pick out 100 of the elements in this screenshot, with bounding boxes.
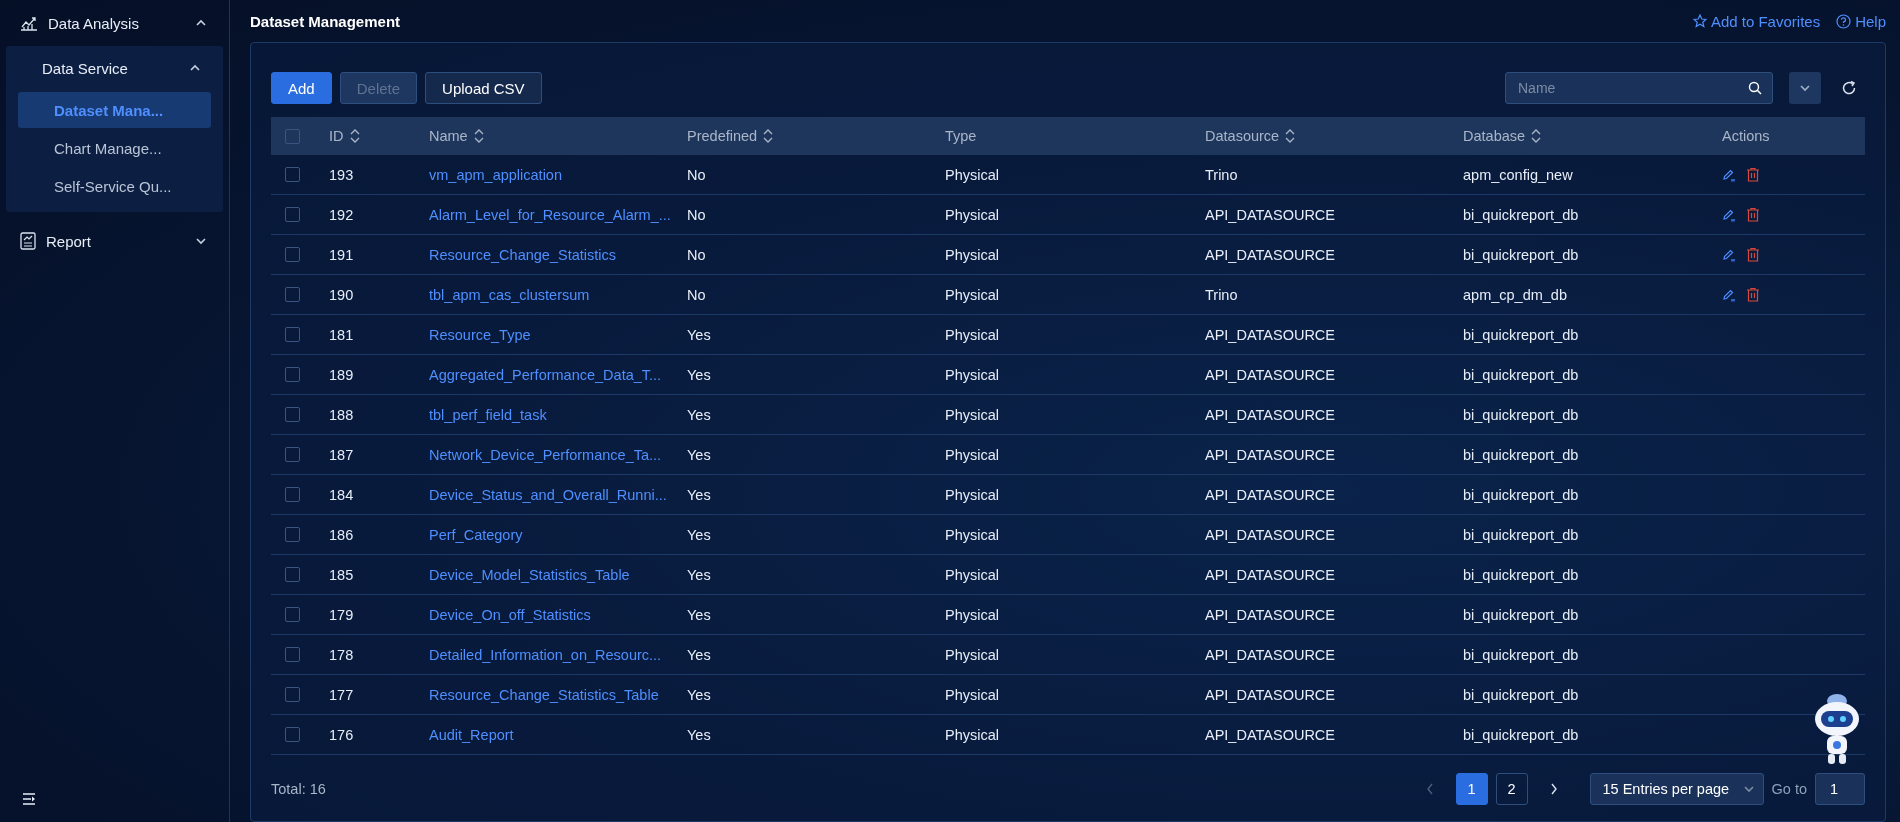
delete-icon[interactable]: [1746, 207, 1760, 222]
row-checkbox[interactable]: [285, 607, 300, 622]
table-cell: 185: [329, 566, 354, 583]
edit-icon[interactable]: [1722, 287, 1736, 302]
dataset-name-link[interactable]: Detailed_Information_on_Resourc...: [429, 646, 662, 663]
row-checkbox[interactable]: [285, 647, 300, 662]
table-cell: 181: [329, 326, 354, 343]
sort-icon[interactable]: [1285, 128, 1296, 144]
row-checkbox[interactable]: [285, 447, 300, 462]
row-checkbox[interactable]: [285, 287, 300, 302]
table-cell: Physical: [945, 446, 999, 463]
dataset-name-link[interactable]: Device_Model_Statistics_Table: [429, 566, 630, 583]
table-cell: Physical: [945, 726, 999, 743]
row-checkbox[interactable]: [285, 327, 300, 342]
table-cell: apm_config_new: [1463, 166, 1573, 183]
dataset-name-link[interactable]: Resource_Type: [429, 326, 531, 343]
dataset-name-link[interactable]: Aggregated_Performance_Data_T...: [429, 366, 662, 383]
chevron-icon: [195, 19, 207, 27]
search-box[interactable]: Name: [1505, 72, 1773, 104]
column-header[interactable]: ID: [329, 128, 344, 144]
report-icon: [20, 232, 36, 250]
table-cell: bi_quickreport_db: [1463, 366, 1579, 383]
star-icon: [1692, 14, 1707, 28]
row-checkbox[interactable]: [285, 207, 300, 222]
edit-icon[interactable]: [1722, 247, 1736, 262]
menu-item[interactable]: Dataset Mana...: [18, 92, 211, 128]
next-page-icon[interactable]: [1549, 783, 1558, 795]
dataset-name-link[interactable]: tbl_perf_field_task: [429, 406, 547, 423]
table-cell: 188: [329, 406, 354, 423]
dataset-name-link[interactable]: Network_Device_Performance_Ta...: [429, 446, 662, 463]
delete-icon[interactable]: [1746, 247, 1760, 262]
column-header[interactable]: Database: [1463, 128, 1526, 144]
table-cell: 189: [329, 366, 354, 383]
dropdown-button[interactable]: [1789, 72, 1821, 104]
column-header[interactable]: Predefined: [687, 128, 758, 144]
dataset-name-link[interactable]: Device_On_off_Statistics: [429, 606, 591, 623]
table-cell: 176: [329, 726, 354, 743]
table-cell: Physical: [945, 646, 999, 663]
header-link[interactable]: Add to Favorites: [1692, 12, 1821, 30]
table-cell: API_DATASOURCE: [1205, 686, 1335, 703]
table-cell: Trino: [1205, 286, 1238, 303]
menu-group[interactable]: Data Analysis: [0, 0, 229, 46]
row-checkbox[interactable]: [285, 567, 300, 582]
dataset-name-link[interactable]: Perf_Category: [429, 526, 523, 543]
menu-group[interactable]: Report: [0, 218, 229, 264]
toolbar-button[interactable]: Add: [271, 72, 332, 104]
search-icon[interactable]: [1748, 81, 1762, 95]
goto-page-field[interactable]: 1: [1815, 773, 1865, 805]
header-link[interactable]: Help: [1836, 12, 1886, 30]
row-checkbox[interactable]: [285, 487, 300, 502]
dataset-name-link[interactable]: Resource_Change_Statistics_Table: [429, 686, 659, 703]
table-cell: Yes: [687, 526, 711, 543]
previous-page-icon[interactable]: [1425, 783, 1434, 795]
table-cell: bi_quickreport_db: [1463, 406, 1579, 423]
sort-icon[interactable]: [349, 128, 360, 144]
row-checkbox[interactable]: [285, 247, 300, 262]
dataset-name-link[interactable]: Device_Status_and_Overall_Runni...: [429, 486, 667, 503]
dataset-name-link[interactable]: Audit_Report: [429, 726, 514, 743]
row-checkbox[interactable]: [285, 527, 300, 542]
table-cell: bi_quickreport_db: [1463, 206, 1579, 223]
table-cell: apm_cp_dm_db: [1463, 286, 1567, 303]
delete-icon[interactable]: [1746, 167, 1760, 182]
page-size-select[interactable]: 15 Entries per page: [1589, 773, 1764, 805]
table-cell: Yes: [687, 686, 711, 703]
sort-icon[interactable]: [473, 128, 484, 144]
table-cell: Physical: [945, 606, 999, 623]
table-cell: API_DATASOURCE: [1205, 566, 1335, 583]
table-cell: 184: [329, 486, 354, 503]
dataset-name-link[interactable]: Alarm_Level_for_Resource_Alarm_...: [429, 206, 671, 223]
dataset-name-link[interactable]: vm_apm_application: [429, 166, 562, 183]
sort-icon[interactable]: [763, 128, 774, 144]
page-button[interactable]: 2: [1495, 773, 1528, 805]
table-cell: 191: [329, 246, 354, 263]
sort-icon[interactable]: [1531, 128, 1542, 144]
edit-icon[interactable]: [1722, 167, 1736, 182]
submenu-header[interactable]: Data Service: [6, 46, 223, 90]
row-checkbox[interactable]: [285, 727, 300, 742]
table-cell: 177: [329, 686, 354, 703]
delete-icon[interactable]: [1746, 287, 1760, 302]
edit-icon[interactable]: [1722, 207, 1736, 222]
row-checkbox[interactable]: [285, 367, 300, 382]
row-checkbox[interactable]: [285, 407, 300, 422]
refresh-icon[interactable]: [1841, 80, 1857, 96]
dataset-name-link[interactable]: tbl_apm_cas_clustersum: [429, 286, 590, 303]
table-cell: bi_quickreport_db: [1463, 566, 1579, 583]
search-input[interactable]: Name: [1516, 79, 1748, 97]
select-all-checkbox[interactable]: [285, 128, 300, 144]
menu-item[interactable]: Self-Service Qu...: [18, 168, 211, 204]
column-header[interactable]: Name: [429, 128, 468, 144]
column-header[interactable]: Datasource: [1205, 128, 1280, 144]
table-cell: API_DATASOURCE: [1205, 606, 1335, 623]
row-checkbox[interactable]: [285, 167, 300, 182]
dataset-name-link[interactable]: Resource_Change_Statistics: [429, 246, 616, 263]
row-checkbox[interactable]: [285, 687, 300, 702]
page-button[interactable]: 1: [1455, 773, 1488, 805]
collapse-menu-icon[interactable]: [22, 793, 36, 805]
table-cell: Physical: [945, 686, 999, 703]
menu-item[interactable]: Chart Manage...: [18, 130, 211, 166]
table-cell: Physical: [945, 566, 999, 583]
toolbar-button[interactable]: Upload CSV: [425, 72, 542, 104]
